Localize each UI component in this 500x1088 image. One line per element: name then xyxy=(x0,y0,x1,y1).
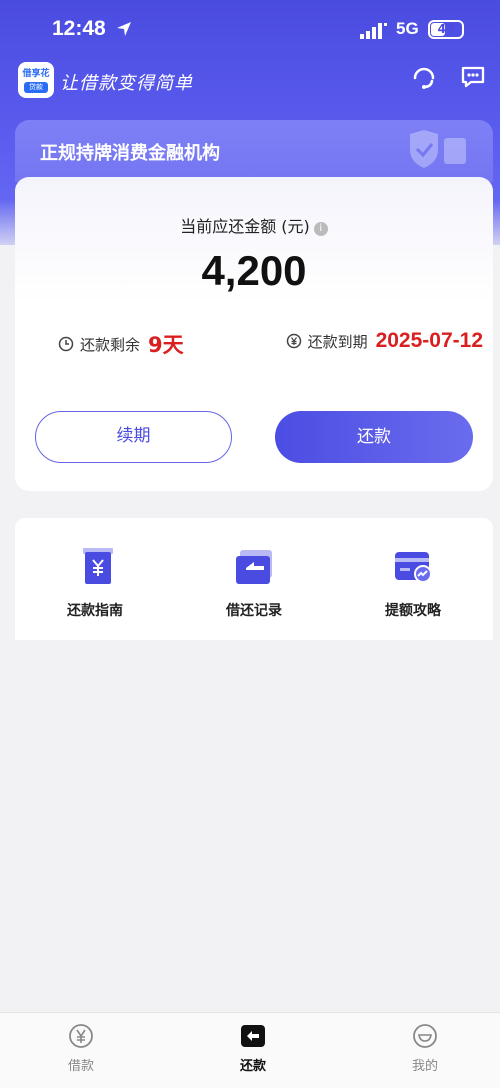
return-icon xyxy=(241,1025,265,1047)
tab-label: 还款 xyxy=(239,1059,266,1074)
repay-button[interactable]: 还款 xyxy=(275,411,473,463)
app-logo: 借享花 贷款 xyxy=(18,62,54,98)
logo-sub: 贷款 xyxy=(24,82,48,93)
logo-name: 借享花 xyxy=(22,69,50,79)
menu-label: 借还记录 xyxy=(226,603,282,619)
menu-label: 提额攻略 xyxy=(385,603,441,619)
remaining-days: 还款剩余 9天 xyxy=(58,329,184,359)
info-icon[interactable]: i xyxy=(313,222,328,236)
face-icon xyxy=(413,1024,437,1048)
status-time: 12:48 xyxy=(52,17,106,40)
due-date-value: 2025-07-12 xyxy=(375,329,483,352)
tab-label: 我的 xyxy=(411,1059,438,1074)
record-icon xyxy=(236,550,272,584)
shield-icon xyxy=(410,130,466,168)
due-amount-label: 当前应还金额 (元) i xyxy=(15,213,493,237)
clock-icon xyxy=(58,336,74,352)
network-type: 5G xyxy=(396,19,419,38)
menu-item-credit-tips[interactable]: 提额攻略 xyxy=(333,546,493,620)
location-arrow-icon xyxy=(117,22,131,36)
tab-label: 借款 xyxy=(67,1059,94,1074)
battery-level: 47 xyxy=(437,22,455,36)
tab-repay[interactable]: 还款 xyxy=(203,1023,303,1074)
headset-icon[interactable] xyxy=(410,63,438,91)
card-chart-icon xyxy=(395,552,432,583)
banner-title: 正规持牌消费金融机构 xyxy=(40,143,220,164)
menu-item-repay-guide[interactable]: 还款指南 xyxy=(15,546,175,620)
bottom-tab-bar: 借款 还款 我的 xyxy=(0,1012,500,1088)
quick-menu: 还款指南 借还记录 提额攻略 xyxy=(15,518,493,640)
chat-icon[interactable] xyxy=(459,63,487,91)
repayment-card: 当前应还金额 (元) i 4,200 还款剩余 9天 还款到期 2025-07-1… xyxy=(15,177,493,491)
yuan-circle-icon xyxy=(69,1024,93,1048)
tab-borrow[interactable]: 借款 xyxy=(31,1023,131,1074)
due-amount-label-text: 当前应还金额 (元) xyxy=(180,217,310,236)
due-amount: 4,200 xyxy=(201,247,307,294)
remaining-value: 9天 xyxy=(148,333,184,357)
tab-mine[interactable]: 我的 xyxy=(375,1023,475,1074)
signal-icon xyxy=(360,23,387,39)
menu-item-records[interactable]: 借还记录 xyxy=(174,546,334,620)
app-slogan: 让借款变得简单 xyxy=(60,73,193,94)
due-date: 还款到期 2025-07-12 xyxy=(286,329,483,353)
remaining-label: 还款剩余 xyxy=(80,335,141,354)
menu-label: 还款指南 xyxy=(67,603,123,619)
status-bar: 12:48 5G 47 xyxy=(0,0,500,62)
renew-button[interactable]: 续期 xyxy=(35,411,232,463)
battery-icon: 47 xyxy=(428,20,464,39)
due-date-label: 还款到期 xyxy=(307,332,368,351)
yuan-coin-icon xyxy=(286,333,301,349)
yuan-guide-icon xyxy=(83,548,113,584)
licensed-banner: 正规持牌消费金融机构 xyxy=(15,120,493,182)
